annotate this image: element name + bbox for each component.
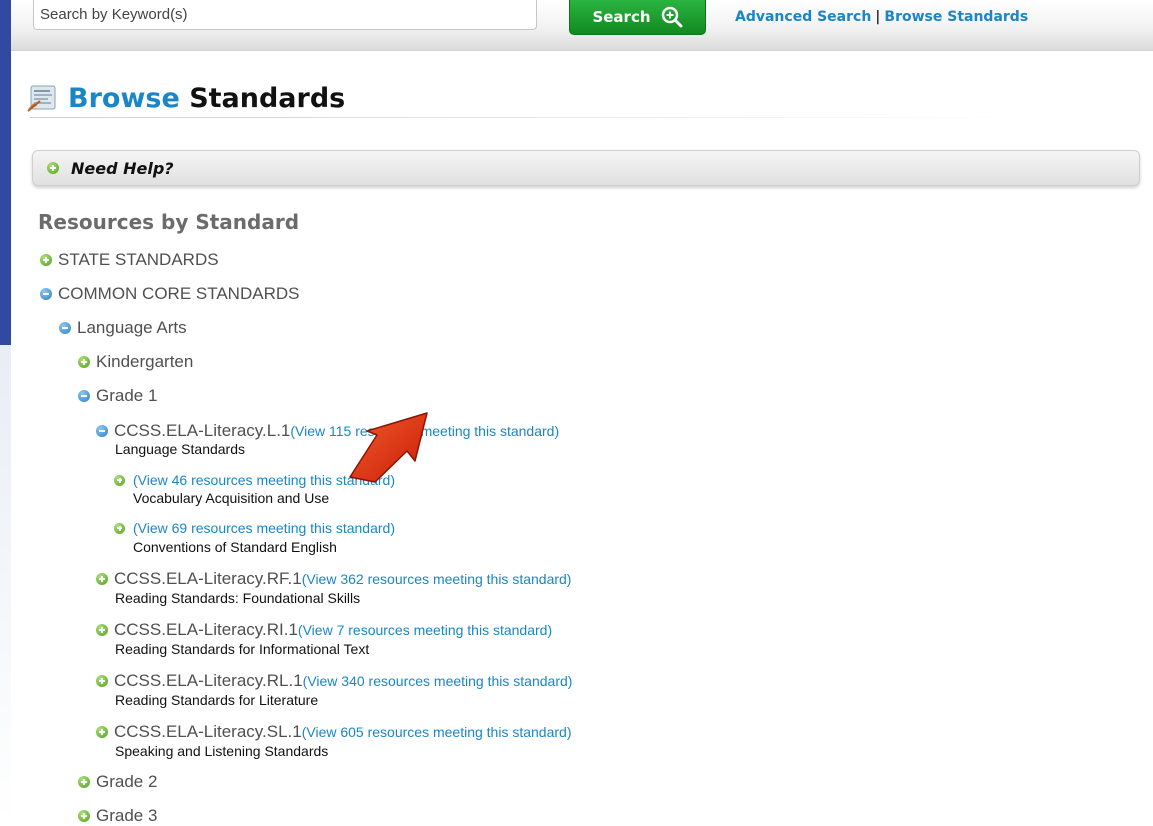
view-resources-link[interactable]: (View 340 resources meeting this standar… bbox=[303, 673, 573, 689]
tree-label: Grade 2 bbox=[96, 772, 158, 791]
expand-plus-icon bbox=[47, 162, 59, 174]
expand-plus-icon bbox=[96, 573, 108, 585]
resources-by-standard-heading: Resources by Standard bbox=[38, 210, 300, 234]
title-divider bbox=[30, 117, 1026, 118]
tree-item-language-arts[interactable]: Language Arts bbox=[59, 318, 187, 338]
need-help-bar[interactable]: Need Help? bbox=[32, 150, 1140, 186]
page-title-row: Browse Standards bbox=[26, 80, 345, 116]
top-links: Advanced Search | Browse Standards bbox=[735, 9, 1028, 25]
tree-item-state-standards[interactable]: STATE STANDARDS bbox=[40, 250, 219, 270]
page-title: Browse Standards bbox=[68, 83, 345, 114]
standard-l1-row[interactable]: CCSS.ELA-Literacy.L.1 (View 115 resources… bbox=[96, 421, 559, 441]
tree-item-grade-2[interactable]: Grade 2 bbox=[78, 772, 157, 792]
expand-plus-icon bbox=[96, 675, 108, 687]
collapse-minus-icon bbox=[96, 425, 108, 437]
standard-rf1-row[interactable]: CCSS.ELA-Literacy.RF.1 (View 362 resource… bbox=[96, 569, 571, 589]
standard-rl1-row[interactable]: CCSS.ELA-Literacy.RL.1 (View 340 resource… bbox=[96, 671, 572, 691]
standard-ri1-row[interactable]: CCSS.ELA-Literacy.RI.1 (View 7 resources … bbox=[96, 620, 552, 640]
page-title-standards: Standards bbox=[189, 82, 346, 114]
expand-plus-icon bbox=[114, 474, 125, 486]
left-edge-fade bbox=[0, 345, 11, 823]
standard-description: Reading Standards for Literature bbox=[115, 692, 319, 708]
standard-description: Reading Standards: Foundational Skills bbox=[115, 590, 361, 606]
tree-item-common-core[interactable]: COMMON CORE STANDARDS bbox=[40, 284, 299, 304]
advanced-search-link[interactable]: Advanced Search bbox=[735, 9, 871, 25]
keyword-search-input[interactable] bbox=[33, 0, 537, 30]
red-annotation-arrow-icon bbox=[349, 412, 428, 483]
expand-plus-icon bbox=[40, 254, 52, 266]
search-button[interactable]: Search bbox=[569, 0, 706, 35]
view-resources-link[interactable]: (View 7 resources meeting this standard) bbox=[298, 622, 552, 638]
standard-sl1-row[interactable]: CCSS.ELA-Literacy.SL.1 (View 605 resource… bbox=[96, 722, 572, 742]
browse-standards-link[interactable]: Browse Standards bbox=[884, 9, 1028, 25]
page-title-browse: Browse bbox=[68, 82, 180, 114]
expand-plus-icon bbox=[114, 522, 125, 534]
link-separator: | bbox=[875, 9, 881, 25]
standard-code: CCSS.ELA-Literacy.RF.1 bbox=[114, 569, 302, 588]
magnifier-plus-icon bbox=[661, 6, 683, 28]
standard-code: CCSS.ELA-Literacy.SL.1 bbox=[114, 722, 302, 741]
expand-plus-icon bbox=[78, 356, 90, 368]
substandard-description: Vocabulary Acquisition and Use bbox=[133, 490, 330, 506]
view-resources-link[interactable]: (View 605 resources meeting this standar… bbox=[302, 724, 572, 740]
tree-label: Language Arts bbox=[77, 318, 187, 337]
need-help-label: Need Help? bbox=[71, 158, 174, 178]
top-search-bar: Search Advanced Search|Browse Standards bbox=[11, 0, 1153, 51]
standard-description: Language Standards bbox=[115, 441, 245, 457]
substandard-row[interactable]: (View 69 resources meeting this standard… bbox=[114, 519, 395, 537]
collapse-minus-icon bbox=[78, 390, 90, 402]
expand-plus-icon bbox=[78, 776, 90, 788]
view-resources-link[interactable]: (View 69 resources meeting this standard… bbox=[133, 520, 395, 536]
expand-plus-icon bbox=[78, 810, 90, 822]
tree-label: COMMON CORE STANDARDS bbox=[58, 284, 300, 303]
tree-label: Grade 3 bbox=[96, 806, 158, 825]
tree-label: STATE STANDARDS bbox=[58, 250, 219, 269]
standard-description: Reading Standards for Informational Text bbox=[115, 641, 370, 657]
standard-code: CCSS.ELA-Literacy.RL.1 bbox=[114, 671, 303, 690]
collapse-minus-icon bbox=[40, 288, 52, 300]
tree-item-grade-3[interactable]: Grade 3 bbox=[78, 806, 157, 826]
standard-code: CCSS.ELA-Literacy.L.1 bbox=[114, 421, 291, 440]
standards-book-icon bbox=[27, 85, 56, 112]
standard-description: Speaking and Listening Standards bbox=[115, 743, 329, 759]
left-edge-bar bbox=[0, 0, 11, 345]
view-resources-link[interactable]: (View 362 resources meeting this standar… bbox=[302, 571, 572, 587]
expand-plus-icon bbox=[96, 726, 108, 738]
expand-plus-icon bbox=[96, 624, 108, 636]
standard-code: CCSS.ELA-Literacy.RI.1 bbox=[114, 620, 298, 639]
substandard-description: Conventions of Standard English bbox=[133, 539, 337, 555]
tree-item-grade-1[interactable]: Grade 1 bbox=[78, 386, 157, 406]
tree-item-kindergarten[interactable]: Kindergarten bbox=[78, 352, 193, 372]
tree-label: Kindergarten bbox=[96, 352, 194, 371]
search-button-label: Search bbox=[592, 8, 651, 26]
tree-label: Grade 1 bbox=[96, 386, 158, 405]
collapse-minus-icon bbox=[59, 322, 71, 334]
